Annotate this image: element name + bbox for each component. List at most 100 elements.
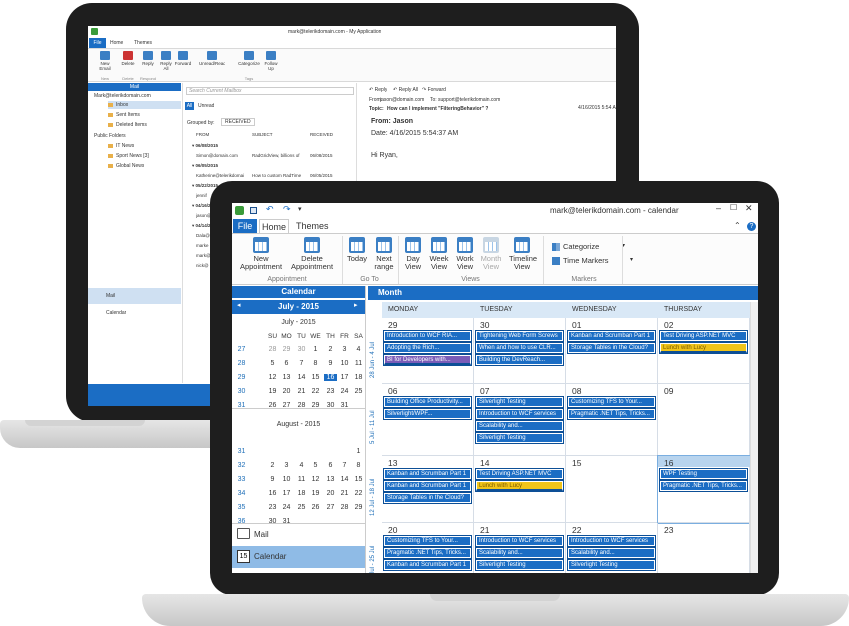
back-mail-cell[interactable]: Katherine@telerikdomai — [196, 173, 252, 178]
close-icon[interactable]: ✕ — [745, 203, 753, 214]
back-ribbon-button[interactable]: Forward — [170, 51, 196, 73]
calendar-day[interactable]: 19 — [266, 388, 279, 395]
calendar-day[interactable]: 19 — [309, 490, 322, 497]
appointment[interactable]: Silverlight Testing — [475, 396, 564, 408]
back-ribbon-button[interactable]: Follow Up — [258, 51, 284, 73]
week-number[interactable]: 33 — [235, 476, 248, 483]
appointment[interactable]: Scalability and... — [475, 420, 564, 432]
appointment[interactable]: Tightening Web Form Screws — [475, 330, 564, 342]
calendar-day[interactable]: 16 — [266, 490, 279, 497]
ribbon-button[interactable]: Week View — [426, 237, 452, 271]
calendar-day[interactable]: 15 — [352, 476, 365, 483]
selected-day[interactable]: 16 — [324, 374, 337, 381]
qat-dropdown-icon[interactable]: ▾ — [298, 205, 302, 213]
calendar-day[interactable]: 29 — [280, 346, 293, 353]
appointment[interactable]: Silverlight Testing — [475, 432, 564, 444]
calendar-day[interactable]: 15 — [309, 374, 322, 381]
calendar-day[interactable]: 2 — [266, 462, 279, 469]
calendar-day[interactable]: 28 — [266, 346, 279, 353]
appointment[interactable]: Kanban and Scrumban Part 1 — [383, 559, 472, 571]
calendar-day[interactable]: 29 — [352, 504, 365, 511]
back-public-item[interactable]: IT News — [116, 143, 134, 149]
ribbon-button[interactable]: New Appointment — [237, 237, 285, 271]
appointment[interactable]: Introduction to WCF RIA... — [383, 330, 472, 342]
back-public-item[interactable]: Global News — [116, 163, 144, 169]
undo-icon[interactable]: ↶ — [266, 204, 274, 215]
calendar-day[interactable]: 5 — [266, 360, 279, 367]
appointment[interactable]: Test Driving ASP.NET MVC — [659, 330, 748, 342]
week-number[interactable]: 32 — [235, 462, 248, 469]
back-column-header[interactable]: SUBJECT — [252, 132, 273, 137]
appointment[interactable]: Adopting the Rich... — [383, 342, 472, 354]
minimize-icon[interactable]: – — [716, 203, 721, 213]
calendar-day[interactable]: 13 — [324, 476, 337, 483]
tab-home[interactable]: Home — [259, 219, 289, 233]
appointment[interactable]: Pragmatic .NET Tips, Tricks... — [383, 547, 472, 559]
appointment[interactable]: Building the DevReach... — [475, 354, 564, 366]
back-folder-item[interactable]: Sent Items — [116, 112, 140, 118]
calendar-day[interactable]: 23 — [266, 504, 279, 511]
week-number[interactable]: 34 — [235, 490, 248, 497]
calendar-day[interactable]: 21 — [295, 388, 308, 395]
help-icon[interactable]: ? — [747, 222, 756, 231]
appointment[interactable]: Pragmatic .NET Tips, Tricks... — [567, 408, 656, 420]
tab-file[interactable]: File — [233, 219, 257, 233]
calendar-day[interactable]: 17 — [280, 490, 293, 497]
calendar-day[interactable]: 12 — [309, 476, 322, 483]
calendar-day[interactable]: 4 — [352, 346, 365, 353]
ribbon-button[interactable]: Timeline View — [509, 237, 537, 271]
calendar-day[interactable]: 7 — [338, 462, 351, 469]
back-tab-file[interactable]: File — [89, 38, 106, 48]
back-mail-cell[interactable]: 06/08/2015 — [310, 153, 366, 158]
appointment[interactable]: Introduction to WCF services — [475, 408, 564, 420]
calendar-day[interactable]: 1 — [309, 346, 322, 353]
appointment[interactable]: Building Office Productivity... — [383, 396, 472, 408]
calendar-day[interactable]: 20 — [324, 490, 337, 497]
calendar-day[interactable]: 5 — [309, 462, 322, 469]
appointment[interactable]: BI for Developers with... — [383, 354, 472, 366]
appointment[interactable]: Scalability and... — [475, 547, 564, 559]
back-public-folders[interactable]: Public Folders — [94, 133, 126, 139]
calendar-day[interactable]: 25 — [295, 504, 308, 511]
calendar-day[interactable]: 10 — [280, 476, 293, 483]
appointment[interactable]: Customizing TFS to Your... — [567, 396, 656, 408]
calendar-day[interactable]: 11 — [352, 360, 365, 367]
back-tab-themes[interactable]: Themes — [134, 39, 152, 48]
calendar-day[interactable]: 26 — [309, 504, 322, 511]
calendar-day[interactable]: 7 — [295, 360, 308, 367]
back-ribbon-button[interactable]: Unread/Read — [199, 51, 225, 73]
appointment[interactable]: WPF Testing — [659, 468, 748, 480]
back-folder-item[interactable]: Deleted Items — [116, 122, 147, 128]
calendar-day[interactable]: 27 — [324, 504, 337, 511]
back-column-header[interactable]: RECEIVED — [310, 132, 333, 137]
maximize-icon[interactable]: ☐ — [730, 203, 737, 212]
appointment[interactable]: Pragmatic .NET Tips, Tricks... — [659, 480, 748, 492]
ribbon-button[interactable]: Delete Appointment — [288, 237, 336, 271]
appointment[interactable]: Kanban and Scrumban Part 1 — [383, 468, 472, 480]
back-grouped-select[interactable]: RECEIVED — [221, 118, 255, 126]
calendar-day[interactable]: 22 — [309, 388, 322, 395]
nav-mail[interactable]: Mail — [232, 523, 365, 545]
calendar-day[interactable]: 13 — [280, 374, 293, 381]
back-mail-cell[interactable]: 06/05/2015 — [310, 173, 366, 178]
week-number[interactable]: 31 — [235, 448, 248, 455]
calendar-day[interactable]: 23 — [324, 388, 337, 395]
calendar-day[interactable]: 20 — [280, 388, 293, 395]
ribbon-button[interactable]: Today — [344, 237, 370, 263]
next-month-icon[interactable]: ▸ — [354, 301, 358, 309]
appointment[interactable]: Customizing TFS to Your... — [383, 535, 472, 547]
calendar-day[interactable]: 11 — [295, 476, 308, 483]
appointment[interactable]: Scalability and... — [567, 547, 656, 559]
appointment[interactable]: Storage Tables in the Cloud? — [383, 492, 472, 504]
week-number[interactable]: 28 — [235, 360, 248, 367]
appointment[interactable]: Silverlight Testing — [475, 559, 564, 571]
calendar-day[interactable]: 9 — [266, 476, 279, 483]
appointment[interactable]: Introduction to WCF services — [475, 535, 564, 547]
nav-calendar[interactable]: 15 Calendar — [232, 546, 365, 568]
back-folder-item[interactable]: Inbox — [116, 102, 128, 108]
calendar-day[interactable]: 14 — [295, 374, 308, 381]
month-scrollbar[interactable] — [750, 302, 758, 573]
back-filter-unread[interactable]: Unread — [198, 103, 214, 109]
back-mail-cell[interactable]: How to custom RadTime — [252, 173, 308, 178]
tab-themes[interactable]: Themes — [296, 220, 329, 233]
